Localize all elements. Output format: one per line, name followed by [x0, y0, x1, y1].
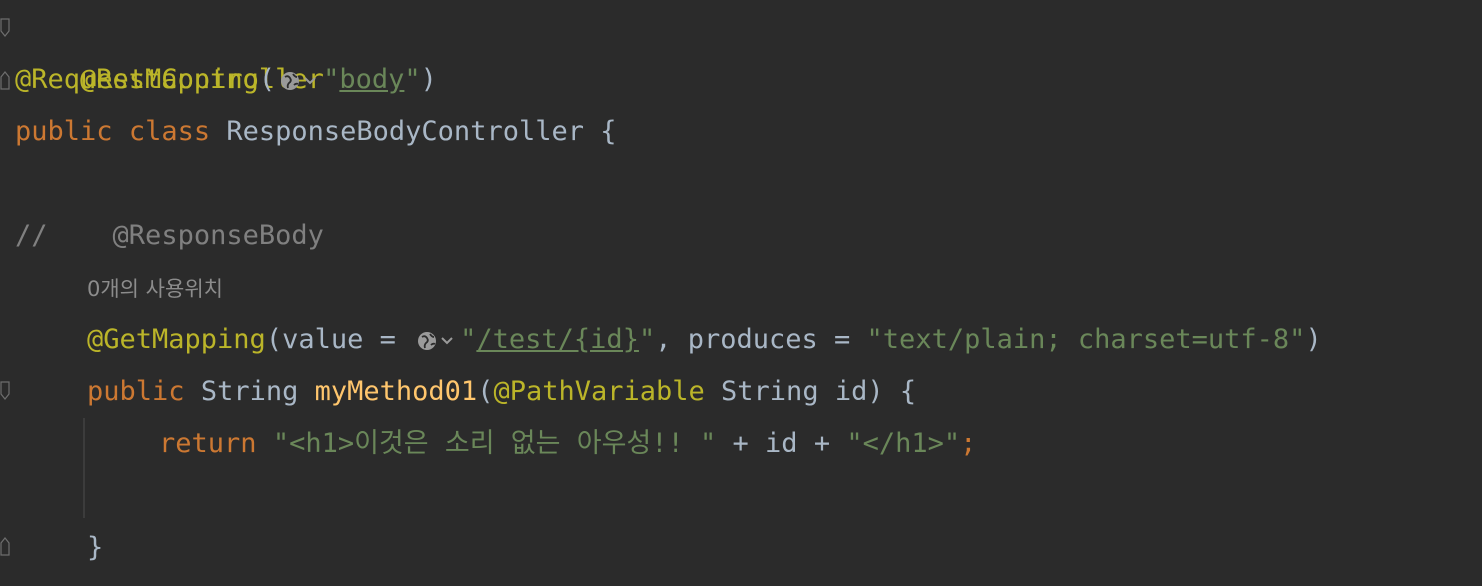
code-line-7[interactable]: public String myMethod01(@PathVariable S…: [87, 366, 916, 418]
string-h1-close: "</h1>": [846, 428, 961, 459]
annotation-requestmapping: @RequestMapping: [15, 64, 259, 95]
keyword-public: public: [87, 376, 185, 407]
method-name: myMethod01: [314, 376, 478, 407]
closing-brace: }: [87, 532, 104, 563]
keyword-class: class: [128, 116, 211, 147]
annotation-pathvariable: @PathVariable: [493, 376, 705, 407]
type-string: String: [200, 376, 299, 407]
url-globe-button[interactable]: [416, 328, 458, 354]
url-path-test-id[interactable]: /test/{id}: [476, 324, 639, 355]
code-editor[interactable]: @RestController @RequestMapping("body") …: [0, 0, 1482, 586]
fold-marker-icon[interactable]: [0, 18, 12, 38]
comment-annotation: @ResponseBody: [112, 220, 324, 251]
code-line-2[interactable]: @RequestMapping("body"): [15, 54, 437, 106]
paren-open: (: [258, 64, 276, 95]
produces-value: "text/plain; charset=utf-8": [866, 324, 1306, 355]
keyword-public: public: [15, 116, 113, 147]
globe-icon: [281, 71, 316, 90]
globe-icon: [418, 331, 453, 350]
string-h1-open: "<h1>이것은 소리 없는 아우성!! ": [272, 428, 717, 459]
fold-marker-icon[interactable]: [0, 536, 12, 556]
chevron-down-icon: [304, 76, 316, 84]
fold-marker-icon[interactable]: [0, 381, 12, 401]
class-name: ResponseBodyController: [226, 116, 584, 147]
code-line-1[interactable]: @RestController: [15, 2, 324, 95]
comment-slashes: //: [15, 220, 48, 251]
code-line-10[interactable]: }: [87, 522, 103, 574]
keyword-return: return: [159, 428, 257, 459]
url-globe-button[interactable]: [279, 68, 321, 94]
chevron-down-icon: [441, 336, 453, 344]
indent-guide: [83, 418, 85, 518]
annotation-getmapping: @GetMapping: [87, 324, 266, 355]
code-line-6[interactable]: @GetMapping(value = "/test/{id}", produc…: [87, 314, 1322, 366]
url-path-body[interactable]: body: [339, 64, 404, 95]
usage-hint[interactable]: 0개의 사용위치: [87, 272, 223, 306]
code-line-8[interactable]: return "<h1>이것은 소리 없는 아우성!! " + id + "</…: [159, 418, 976, 470]
code-line-5[interactable]: // @ResponseBody: [15, 210, 324, 262]
code-line-3[interactable]: public class ResponseBodyController {: [15, 106, 617, 158]
fold-marker-icon[interactable]: [0, 70, 12, 90]
